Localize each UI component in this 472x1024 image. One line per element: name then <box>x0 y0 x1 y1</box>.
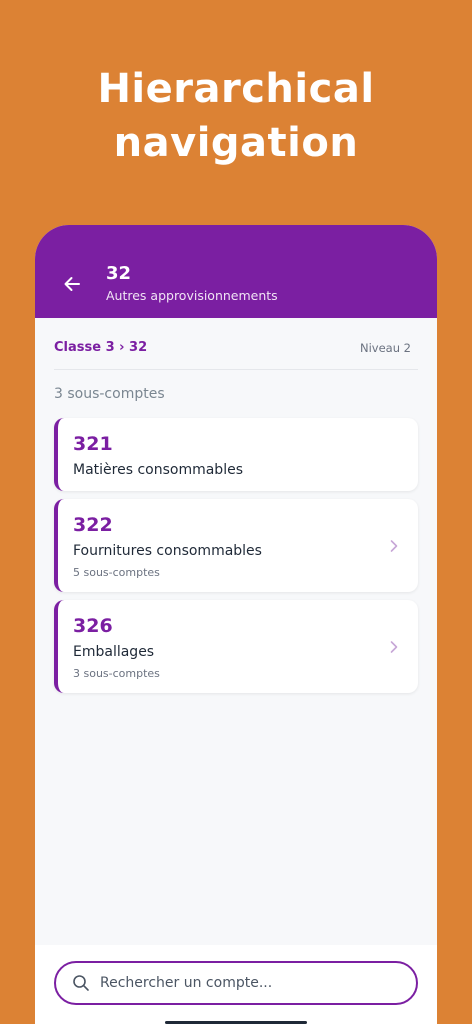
account-name: Fournitures consommables <box>73 543 262 559</box>
level-badge: Niveau 2 <box>360 341 411 355</box>
arrow-left-icon <box>64 277 80 291</box>
page-title: 32 <box>106 263 132 284</box>
account-name: Emballages <box>73 644 155 660</box>
account-card-321[interactable]: 321 Matières consommables <box>54 418 418 491</box>
bottom-search-bar <box>35 945 437 1024</box>
account-code: 321 <box>73 433 113 455</box>
account-list: 321 Matières consommables 322 Fourniture… <box>54 418 418 701</box>
account-subcount: 3 sous-comptes <box>73 667 160 680</box>
breadcrumb[interactable]: Classe 3 › 32 <box>54 339 147 357</box>
account-card-326[interactable]: 326 Emballages 3 sous-comptes <box>54 600 418 693</box>
app-bar: 32 Autres approvisionnements <box>35 225 437 318</box>
promo-title-line-1: Hierarchical <box>97 66 375 112</box>
back-button[interactable] <box>57 270 87 298</box>
account-subcount: 5 sous-comptes <box>73 566 160 579</box>
breadcrumb-row: Classe 3 › 32 Niveau 2 <box>54 337 418 370</box>
account-card-322[interactable]: 322 Fournitures consommables 5 sous-comp… <box>54 499 418 592</box>
account-name: Matières consommables <box>73 462 243 478</box>
chevron-right-icon <box>390 539 398 552</box>
promo-title-line-2: navigation <box>113 120 359 166</box>
search-input[interactable] <box>100 969 400 997</box>
subaccount-count: 3 sous-comptes <box>54 386 165 402</box>
phone-screen: 32 Autres approvisionnements Classe 3 › … <box>35 225 437 1024</box>
account-code: 326 <box>73 615 113 637</box>
search-box[interactable] <box>54 961 418 1005</box>
search-icon <box>73 975 89 991</box>
page-subtitle: Autres approvisionnements <box>106 288 278 303</box>
account-code: 322 <box>73 514 113 536</box>
promo-title: Hierarchical navigation <box>0 62 472 170</box>
chevron-right-icon <box>390 640 398 653</box>
